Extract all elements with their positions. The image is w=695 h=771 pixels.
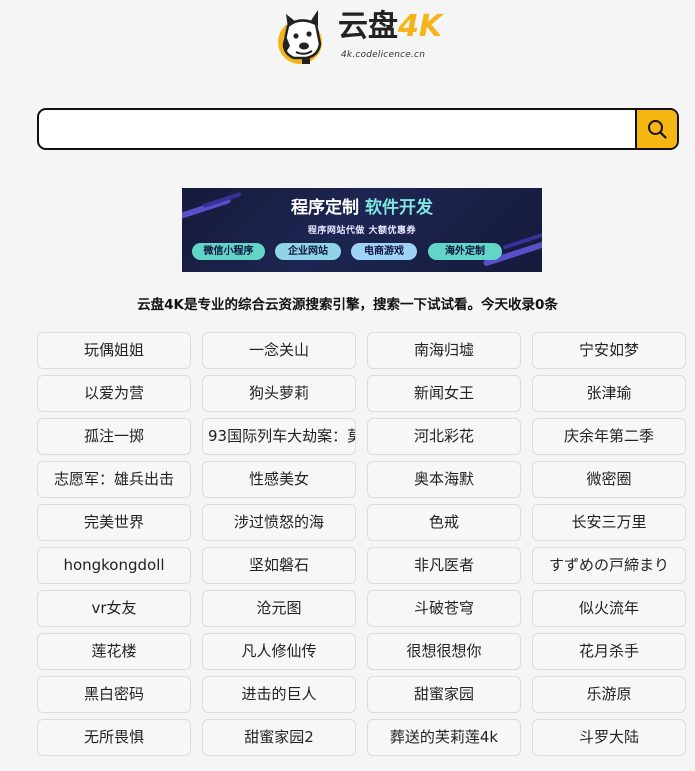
brand-name-4k: 4K: [398, 9, 443, 44]
keyword-link[interactable]: 长安三万里: [532, 504, 686, 541]
keyword-link[interactable]: 志愿军：雄兵出击: [37, 461, 191, 498]
site-domain: 4k.codelicence.cn: [341, 50, 426, 60]
keyword-link[interactable]: 以爱为营: [37, 375, 191, 412]
keyword-link[interactable]: 一念关山: [202, 332, 356, 369]
keyword-link[interactable]: 无所畏惧: [37, 719, 191, 756]
keyword-link[interactable]: 葬送的芙莉莲4k: [367, 719, 521, 756]
keyword-link[interactable]: 甜蜜家园: [367, 676, 521, 713]
keyword-link[interactable]: 新闻女王: [367, 375, 521, 412]
banner-pill: 海外定制: [428, 243, 502, 260]
banner-subtitle: 程序网站代做 大额优惠券: [307, 226, 417, 236]
dog-mascot-icon: [278, 10, 322, 64]
keyword-link[interactable]: 色戒: [367, 504, 521, 541]
banner-pill: 企业网站: [275, 243, 341, 260]
keyword-link[interactable]: 微密圈: [532, 461, 686, 498]
keyword-link[interactable]: 涉过愤怒的海: [202, 504, 356, 541]
keyword-link[interactable]: 完美世界: [37, 504, 191, 541]
keyword-link[interactable]: 花月杀手: [532, 633, 686, 670]
site-tagline: 云盘4K是专业的综合云资源搜索引擎，搜索一下试试看。今天收录0条: [137, 297, 558, 313]
banner-title: 程序定制 软件开发: [182, 193, 542, 218]
keyword-link[interactable]: 河北彩花: [367, 418, 521, 455]
banner-pill: 电商游戏: [351, 243, 417, 260]
site-logo[interactable]: 云盘4K 4k.codelicence.cn: [272, 6, 452, 68]
page: 云盘4K 4k.codelicence.cn 程序定制 软件开发 程序网站代做 …: [0, 0, 695, 771]
keyword-link[interactable]: 甜蜜家园2: [202, 719, 356, 756]
keyword-link[interactable]: 性感美女: [202, 461, 356, 498]
keyword-link[interactable]: vr女友: [37, 590, 191, 627]
keyword-link[interactable]: 南海归墟: [367, 332, 521, 369]
keyword-link[interactable]: hongkongdoll: [37, 547, 191, 584]
keyword-link[interactable]: 凡人修仙传: [202, 633, 356, 670]
search-input[interactable]: [39, 110, 637, 148]
banner-pill: 微信小程序: [192, 243, 265, 260]
search-icon: [648, 120, 667, 139]
keyword-link[interactable]: 坚如磐石: [202, 547, 356, 584]
keyword-link[interactable]: 沧元图: [202, 590, 356, 627]
keyword-link[interactable]: 斗破苍穹: [367, 590, 521, 627]
banner-title-main: 程序定制: [291, 198, 360, 218]
keyword-link[interactable]: 很想很想你: [367, 633, 521, 670]
keyword-link[interactable]: 非凡医者: [367, 547, 521, 584]
keyword-link[interactable]: 狗头萝莉: [202, 375, 356, 412]
banner-pills: 微信小程序 企业网站 电商游戏 海外定制: [192, 243, 532, 260]
keyword-link[interactable]: 乐游原: [532, 676, 686, 713]
banner-title-accent: 软件开发: [364, 198, 433, 218]
keyword-link[interactable]: 奥本海默: [367, 461, 521, 498]
keyword-link[interactable]: 孤注一掷: [37, 418, 191, 455]
keyword-link[interactable]: 宁安如梦: [532, 332, 686, 369]
keyword-link[interactable]: 黑白密码: [37, 676, 191, 713]
keyword-link[interactable]: 进击的巨人: [202, 676, 356, 713]
keyword-link[interactable]: 93国际列车大劫案：莫: [202, 418, 356, 455]
keyword-link[interactable]: すずめの戸締まり: [532, 547, 686, 584]
search-button[interactable]: [635, 110, 677, 148]
keyword-link[interactable]: 斗罗大陆: [532, 719, 686, 756]
search-bar: [37, 108, 679, 150]
keyword-link[interactable]: 玩偶姐姐: [37, 332, 191, 369]
keyword-link[interactable]: 莲花楼: [37, 633, 191, 670]
brand-name: 云盘4K: [338, 10, 442, 44]
brand-name-cn: 云盘: [338, 9, 398, 44]
keyword-link[interactable]: 庆余年第二季: [532, 418, 686, 455]
keyword-link[interactable]: 似火流年: [532, 590, 686, 627]
ad-banner[interactable]: 程序定制 软件开发 程序网站代做 大额优惠券 微信小程序 企业网站 电商游戏 海…: [182, 188, 542, 272]
keyword-link[interactable]: 张津瑜: [532, 375, 686, 412]
